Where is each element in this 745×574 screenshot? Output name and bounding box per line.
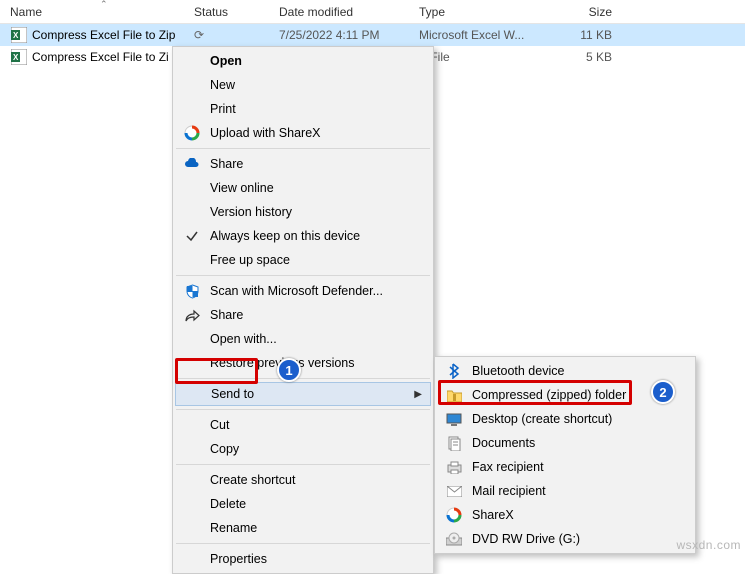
submenu-fax-recipient[interactable]: Fax recipient	[437, 455, 693, 479]
menu-separator	[176, 275, 430, 276]
annotation-badge-2: 2	[651, 380, 675, 404]
menu-separator	[176, 543, 430, 544]
menu-view-online[interactable]: View online	[175, 176, 431, 200]
mail-icon	[443, 481, 465, 501]
menu-share[interactable]: Share	[175, 303, 431, 327]
menu-send-to[interactable]: Send to▶	[175, 382, 431, 406]
menu-share-cloud[interactable]: Share	[175, 152, 431, 176]
excel-file-icon: X	[10, 48, 28, 66]
blank-icon	[181, 415, 203, 435]
check-icon	[181, 226, 203, 246]
submenu-bluetooth[interactable]: Bluetooth device	[437, 359, 693, 383]
sharex-icon	[443, 505, 465, 525]
blank-icon	[181, 494, 203, 514]
menu-create-shortcut[interactable]: Create shortcut	[175, 468, 431, 492]
column-size[interactable]: Size	[546, 5, 622, 19]
excel-file-icon: X	[10, 26, 28, 44]
menu-version-history[interactable]: Version history	[175, 200, 431, 224]
column-status[interactable]: Status	[194, 5, 279, 19]
zip-folder-icon	[443, 385, 465, 405]
menu-delete[interactable]: Delete	[175, 492, 431, 516]
menu-print[interactable]: Print	[175, 97, 431, 121]
submenu-desktop-shortcut[interactable]: Desktop (create shortcut)	[437, 407, 693, 431]
menu-properties[interactable]: Properties	[175, 547, 431, 571]
blank-icon	[181, 250, 203, 270]
menu-scan-defender[interactable]: Scan with Microsoft Defender...	[175, 279, 431, 303]
menu-new[interactable]: New	[175, 73, 431, 97]
blank-icon	[181, 470, 203, 490]
menu-cut[interactable]: Cut	[175, 413, 431, 437]
menu-upload-sharex[interactable]: Upload with ShareX	[175, 121, 431, 145]
file-name: Compress Excel File to Zi	[32, 50, 194, 64]
file-size: 11 KB	[546, 28, 622, 42]
svg-text:X: X	[13, 53, 19, 62]
submenu-arrow-icon: ▶	[414, 389, 422, 400]
cloud-icon	[181, 154, 203, 174]
menu-separator	[176, 148, 430, 149]
submenu-documents[interactable]: Documents	[437, 431, 693, 455]
blank-icon	[181, 549, 203, 569]
column-date-modified[interactable]: Date modified	[279, 5, 419, 19]
annotation-badge-1: 1	[277, 358, 301, 382]
file-row[interactable]: X Compress Excel File to Zip ⟳ 7/25/2022…	[0, 24, 745, 46]
submenu-sharex[interactable]: ShareX	[437, 503, 693, 527]
menu-rename[interactable]: Rename	[175, 516, 431, 540]
blank-icon	[181, 178, 203, 198]
menu-copy[interactable]: Copy	[175, 437, 431, 461]
context-menu: Open New Print Upload with ShareX Share …	[172, 46, 434, 574]
submenu-dvd-drive[interactable]: DVD RW Drive (G:)	[437, 527, 693, 551]
column-type[interactable]: Type	[419, 5, 546, 19]
desktop-icon	[443, 409, 465, 429]
menu-open[interactable]: Open	[175, 49, 431, 73]
documents-icon	[443, 433, 465, 453]
blank-icon	[181, 51, 203, 71]
menu-restore-previous[interactable]: Restore previous versions	[175, 351, 431, 375]
menu-open-with[interactable]: Open with...	[175, 327, 431, 351]
sort-indicator-icon: ⌃	[100, 0, 108, 10]
share-icon	[181, 305, 203, 325]
sharex-icon	[181, 123, 203, 143]
blank-icon	[181, 518, 203, 538]
blank-icon	[181, 202, 203, 222]
fax-icon	[443, 457, 465, 477]
menu-separator	[176, 378, 430, 379]
file-status: ⟳	[194, 28, 279, 42]
menu-always-keep[interactable]: Always keep on this device	[175, 224, 431, 248]
file-size: 5 KB	[546, 50, 622, 64]
menu-separator	[176, 464, 430, 465]
blank-icon	[181, 329, 203, 349]
file-type: S File	[419, 50, 546, 64]
blank-icon	[181, 99, 203, 119]
bluetooth-icon	[443, 361, 465, 381]
blank-icon	[181, 353, 203, 373]
menu-separator	[176, 409, 430, 410]
file-date: 7/25/2022 4:11 PM	[279, 28, 419, 42]
file-name: Compress Excel File to Zip	[32, 28, 194, 42]
blank-icon	[181, 439, 203, 459]
blank-icon	[181, 75, 203, 95]
file-list-header: ⌃ Name Status Date modified Type Size	[0, 0, 745, 24]
blank-icon	[182, 384, 204, 404]
file-type: Microsoft Excel W...	[419, 28, 546, 42]
menu-free-up-space[interactable]: Free up space	[175, 248, 431, 272]
svg-text:X: X	[13, 31, 19, 40]
submenu-mail-recipient[interactable]: Mail recipient	[437, 479, 693, 503]
watermark: wsxdn.com	[676, 538, 741, 552]
dvd-drive-icon	[443, 529, 465, 549]
defender-icon	[181, 281, 203, 301]
